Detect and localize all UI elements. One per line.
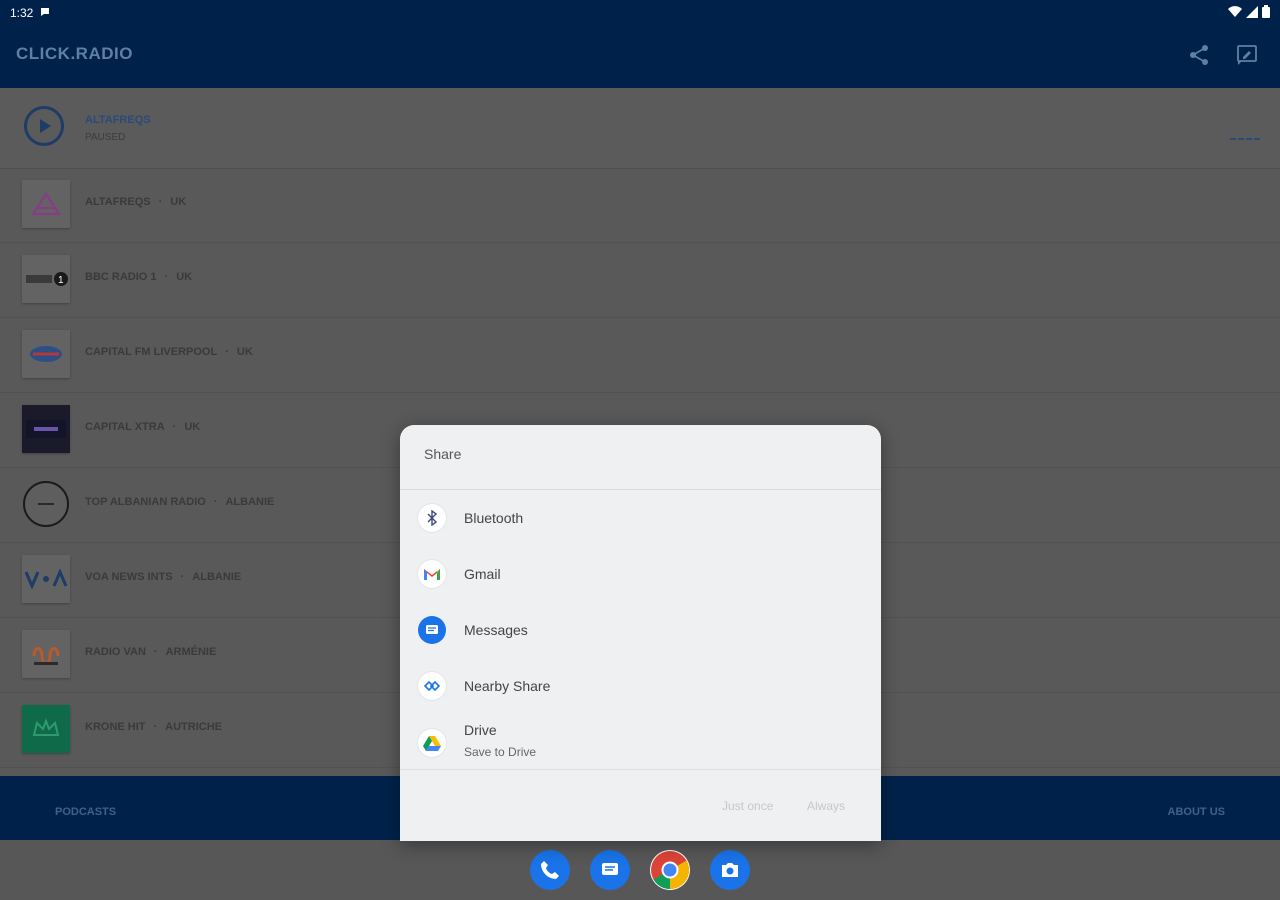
station-country: UK <box>184 421 201 433</box>
station-country: ALBANIE <box>225 496 275 508</box>
chat-notification-icon <box>39 6 51 21</box>
share-dialog-title: Share <box>424 446 462 462</box>
now-playing-status: PAUSED <box>85 132 126 143</box>
station-name: RADIO VAN <box>85 646 146 658</box>
signal-icon <box>1246 5 1258 21</box>
battery-icon <box>1262 5 1270 21</box>
share-dialog: Share Bluetooth Gmail Messages Nearby Sh… <box>400 425 881 841</box>
podcasts-tab[interactable]: PODCASTS <box>55 806 116 818</box>
station-logo-icon <box>22 330 70 378</box>
phone-icon[interactable] <box>530 850 570 890</box>
station-country: UK <box>236 346 253 358</box>
share-option-bluetooth[interactable]: Bluetooth <box>400 490 881 546</box>
station-logo-icon <box>22 180 70 228</box>
share-option-drive[interactable]: Drive <box>400 714 881 770</box>
share-option-label: Messages <box>464 622 528 638</box>
station-row[interactable]: CAPITAL FM LIVERPOOL · UK <box>0 318 1280 393</box>
now-playing-bar[interactable]: ALTAFREQS PAUSED <box>0 88 1280 169</box>
share-icon[interactable] <box>1186 42 1212 68</box>
about-us-tab[interactable]: ABOUT US <box>1168 806 1225 818</box>
station-country: ARMÉNIE <box>165 646 217 658</box>
share-option-nearby-share[interactable]: Nearby Share <box>400 658 881 714</box>
app-title: CLICK.RADIO <box>16 44 133 63</box>
station-name: ALTAFREQS <box>85 196 151 208</box>
station-row[interactable]: 1 BBC RADIO 1 · UK <box>0 243 1280 318</box>
station-logo-icon <box>22 705 70 753</box>
station-name: VOA NEWS INTS <box>85 571 173 583</box>
status-bar: 1:32 <box>0 0 1280 26</box>
share-option-sublabel: Save to Drive <box>464 745 537 759</box>
loading-indicator <box>1230 138 1260 143</box>
nearby-share-icon <box>418 672 446 700</box>
station-name: CAPITAL XTRA <box>85 421 165 433</box>
gmail-icon <box>418 560 446 588</box>
bluetooth-icon <box>418 504 446 532</box>
station-logo-icon <box>22 405 70 453</box>
always-button[interactable]: Always <box>807 799 845 813</box>
now-playing-title: ALTAFREQS <box>85 114 151 126</box>
station-logo-icon <box>22 555 70 603</box>
share-option-messages[interactable]: Messages <box>400 602 881 658</box>
station-country: UK <box>176 271 193 283</box>
station-logo-icon <box>22 480 70 528</box>
station-name: CAPITAL FM LIVERPOOL <box>85 346 218 358</box>
station-logo-icon: 1 <box>22 255 70 303</box>
app-bar: 1:32 CLICK.RADIO <box>0 0 1280 88</box>
play-icon[interactable] <box>24 106 64 146</box>
app-dock <box>0 840 1280 900</box>
status-time: 1:32 <box>10 6 34 20</box>
station-logo-icon <box>22 630 70 678</box>
drive-icon <box>418 729 446 757</box>
share-option-label: Drive <box>464 722 497 738</box>
share-option-label: Nearby Share <box>464 678 551 694</box>
messages-icon[interactable] <box>590 850 630 890</box>
station-name: BBC RADIO 1 <box>85 271 157 283</box>
station-country: AUTRICHE <box>165 721 223 733</box>
chrome-icon[interactable] <box>650 850 690 890</box>
station-country: UK <box>170 196 187 208</box>
station-row[interactable]: ALTAFREQS · UK <box>0 168 1280 243</box>
share-option-label: Gmail <box>464 566 501 582</box>
station-name: TOP ALBANIAN RADIO <box>85 496 206 508</box>
feedback-icon[interactable] <box>1234 42 1260 68</box>
share-option-gmail[interactable]: Gmail <box>400 546 881 602</box>
divider <box>400 769 881 770</box>
camera-icon[interactable] <box>710 850 750 890</box>
station-name: KRONE HIT <box>85 721 146 733</box>
messages-app-icon <box>418 616 446 644</box>
just-once-button[interactable]: Just once <box>722 799 773 813</box>
svg-text:1: 1 <box>58 275 64 286</box>
station-country: ALBANIE <box>192 571 242 583</box>
share-option-label: Bluetooth <box>464 510 524 526</box>
wifi-icon <box>1228 5 1242 21</box>
